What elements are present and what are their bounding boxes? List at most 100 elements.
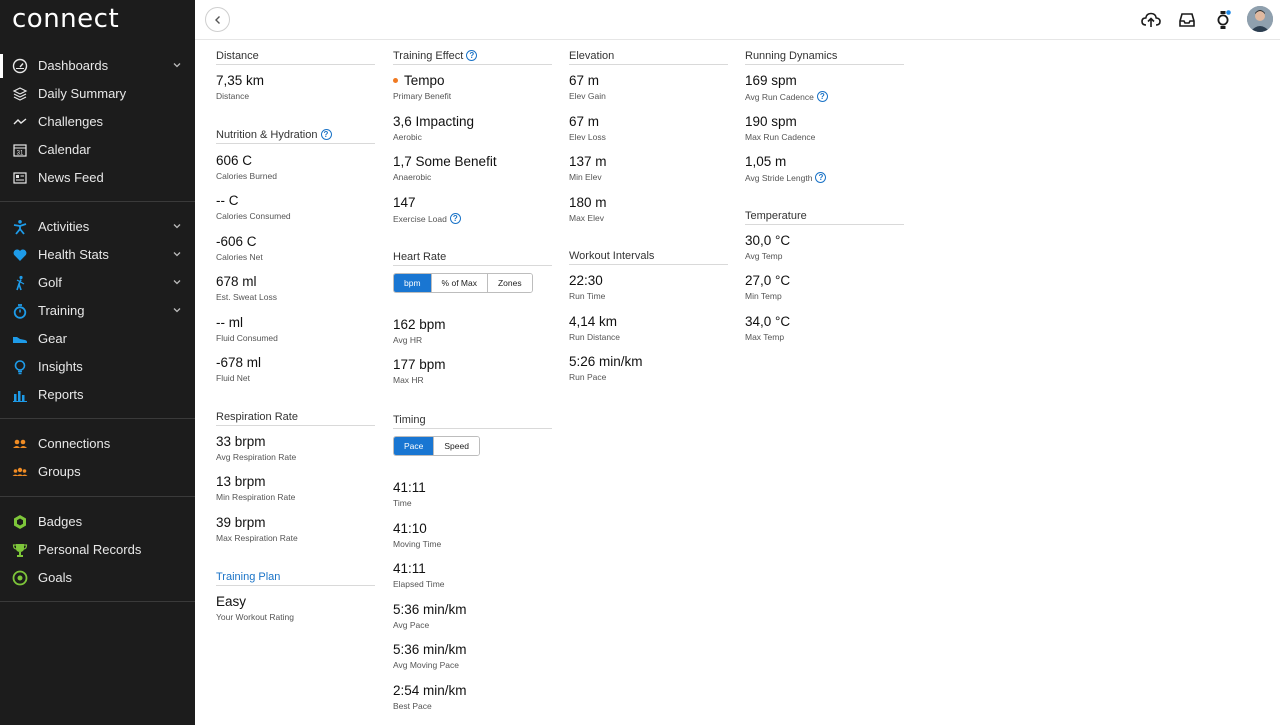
stat-label: Max Run Cadence xyxy=(745,132,816,142)
golf-icon xyxy=(12,275,28,291)
section-title-text: Training Effect xyxy=(393,49,464,62)
stat-anaerobic: 1,7 Some Benefit Anaerobic xyxy=(393,154,552,182)
help-icon[interactable]: ? xyxy=(815,172,827,183)
section-title-text: Nutrition & Hydration xyxy=(216,128,318,141)
badge-icon xyxy=(12,514,28,530)
stat-value: 177 bpm xyxy=(393,357,446,372)
stat-exercise-load: 147 Exercise Load? xyxy=(393,195,552,224)
temperature-section: Temperature xyxy=(745,209,904,225)
section-title: Heart Rate xyxy=(393,250,552,266)
toggle-pace[interactable]: Pace xyxy=(394,437,435,455)
sidebar-item-goals[interactable]: Goals xyxy=(0,564,195,592)
upload-icon[interactable] xyxy=(1140,9,1162,31)
training-plan-section: Training Plan xyxy=(216,570,375,586)
stat-value: -678 ml xyxy=(216,355,262,370)
training-plan-link[interactable]: Training Plan xyxy=(216,570,375,586)
sidebar-item-insights[interactable]: Insights xyxy=(0,353,195,381)
sidebar-divider xyxy=(0,418,195,419)
distance-section: Distance xyxy=(216,49,375,65)
section-title: Training Effect? xyxy=(393,49,552,65)
sidebar-item-label: News Feed xyxy=(38,170,104,185)
heart-rate-unit-toggle: bpm % of Max Zones xyxy=(393,273,533,293)
chevron-down-icon[interactable] xyxy=(171,248,183,260)
section-title-text: Training Plan xyxy=(216,570,281,583)
toggle-bpm[interactable]: bpm xyxy=(394,274,432,292)
sidebar-item-golf[interactable]: Golf xyxy=(0,269,195,297)
chevron-down-icon[interactable] xyxy=(171,304,183,316)
help-icon[interactable]: ? xyxy=(816,91,828,102)
section-title-text: Running Dynamics xyxy=(745,49,838,62)
toggle-speed[interactable]: Speed xyxy=(434,437,479,455)
chevron-down-icon[interactable] xyxy=(171,220,183,232)
stat-value: 5:36 min/km xyxy=(393,642,467,657)
help-icon[interactable]: ? xyxy=(449,213,461,224)
sidebar-item-calendar[interactable]: 31 Calendar xyxy=(0,136,195,164)
layers-icon xyxy=(12,86,28,102)
stat-run-pace: 5:26 min/km Run Pace xyxy=(569,354,728,382)
sidebar-item-health-stats[interactable]: Health Stats xyxy=(0,241,195,269)
toggle-zones[interactable]: Zones xyxy=(487,274,532,292)
stat-primary-benefit: Tempo Primary Benefit xyxy=(393,73,552,101)
help-icon[interactable]: ? xyxy=(320,129,332,140)
sidebar-divider xyxy=(0,201,195,202)
sidebar-item-badges[interactable]: Badges xyxy=(0,508,195,536)
sidebar-item-connections[interactable]: Connections xyxy=(0,430,195,458)
sidebar-item-gear[interactable]: Gear xyxy=(0,325,195,353)
sidebar-item-dashboards[interactable]: Dashboards xyxy=(0,52,195,80)
sidebar-item-label: Gear xyxy=(38,331,67,346)
help-icon[interactable]: ? xyxy=(466,50,478,61)
inbox-icon[interactable] xyxy=(1176,9,1198,31)
sidebar-divider xyxy=(0,496,195,497)
stat-fluid-consumed: -- ml Fluid Consumed xyxy=(216,315,375,343)
stat-fluid-net: -678 ml Fluid Net xyxy=(216,355,375,383)
stat-value-row: Tempo xyxy=(393,73,552,88)
sidebar-item-activities[interactable]: Activities xyxy=(0,213,195,241)
stat-label: Anaerobic xyxy=(393,172,432,182)
connect-logo[interactable]: connect xyxy=(12,4,119,34)
sidebar-item-label: Connections xyxy=(38,436,111,451)
stat-label: Your Workout Rating xyxy=(216,612,294,622)
toggle-percent-max[interactable]: % of Max xyxy=(431,274,488,292)
stat-value: 180 m xyxy=(569,195,607,210)
stat-label: Max Respiration Rate xyxy=(216,533,298,543)
stat-label: Best Pace xyxy=(393,701,432,711)
sidebar-item-challenges[interactable]: Challenges xyxy=(0,108,195,136)
sidebar-item-label: Goals xyxy=(38,570,72,585)
section-title: Temperature xyxy=(745,209,904,225)
chevron-down-icon[interactable] xyxy=(171,59,183,71)
stat-label-row: Exercise Load? xyxy=(393,213,552,224)
sidebar-item-personal-records[interactable]: Personal Records xyxy=(0,536,195,564)
avatar[interactable] xyxy=(1247,6,1273,32)
section-title-text: Elevation xyxy=(569,49,615,62)
sidebar-item-reports[interactable]: Reports xyxy=(0,381,195,409)
sidebar-item-label: Golf xyxy=(38,275,62,290)
stat-value: -606 C xyxy=(216,234,257,249)
sidebar-item-label: Activities xyxy=(38,219,90,234)
stat-value: 1,7 Some Benefit xyxy=(393,154,497,169)
sidebar-item-groups[interactable]: Groups xyxy=(0,458,195,486)
stat-value: 39 brpm xyxy=(216,515,266,530)
stat-label: Elev Gain xyxy=(569,91,606,101)
sidebar-item-label: Challenges xyxy=(38,114,104,129)
stat-time: 41:11 Time xyxy=(393,480,552,508)
bar-chart-icon xyxy=(12,387,28,403)
collapse-sidebar-button[interactable] xyxy=(205,7,230,32)
heart-icon xyxy=(12,247,28,263)
section-title-text: Timing xyxy=(393,413,426,426)
sidebar-item-daily-summary[interactable]: Daily Summary xyxy=(0,80,195,108)
chevron-down-icon[interactable] xyxy=(171,276,183,288)
stat-value: 169 spm xyxy=(745,73,797,88)
timing-section: Timing xyxy=(393,413,552,429)
sidebar-item-news-feed[interactable]: News Feed xyxy=(0,164,195,192)
sidebar-item-training[interactable]: Training xyxy=(0,297,195,325)
dashboard-icon xyxy=(12,58,28,74)
device-icon[interactable] xyxy=(1212,9,1234,31)
sidebar-item-label: Dashboards xyxy=(38,58,109,73)
stat-value: 30,0 °C xyxy=(745,233,791,248)
stat-value: 147 xyxy=(393,195,416,210)
stopwatch-icon xyxy=(12,303,28,319)
stat-label: Primary Benefit xyxy=(393,91,452,101)
stat-avg-pace: 5:36 min/km Avg Pace xyxy=(393,602,552,630)
stat-value: 34,0 °C xyxy=(745,314,791,329)
stat-label: Avg Run Cadence xyxy=(745,91,814,102)
